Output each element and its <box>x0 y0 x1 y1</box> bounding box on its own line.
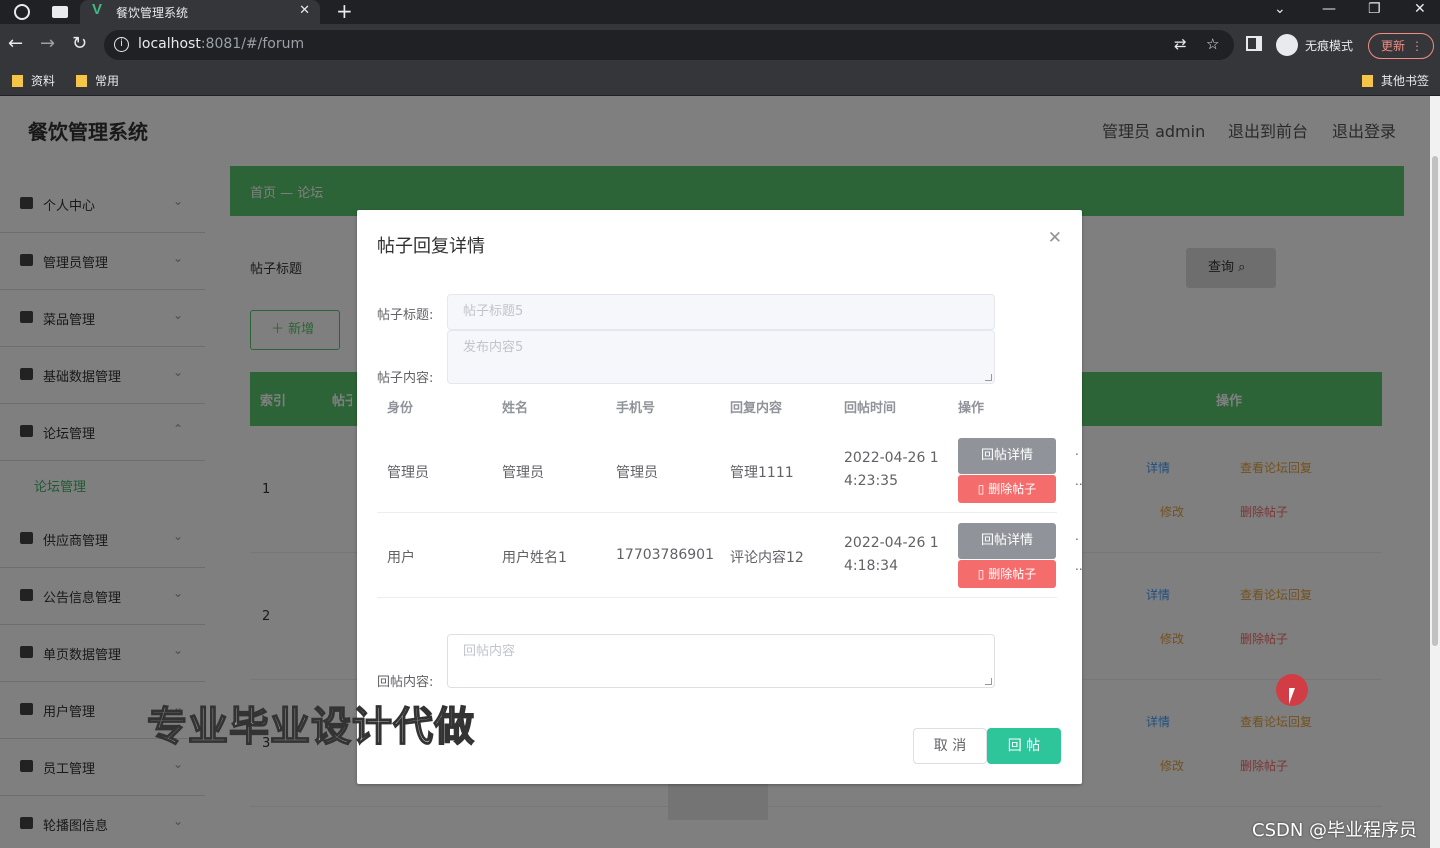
ellipsis-icon: .. <box>1075 474 1083 488</box>
reply-phone: 17703786901 <box>616 547 714 563</box>
folder-icon <box>76 75 87 87</box>
close-icon[interactable]: ✕ <box>1048 228 1062 248</box>
post-title-label: 帖子标题: <box>377 308 434 323</box>
resize-handle-icon <box>985 374 992 381</box>
watermark-text: 专业毕业设计代做 <box>146 703 475 751</box>
cancel-button[interactable]: 取 消 <box>913 728 987 764</box>
ellipsis-icon: . <box>1075 444 1079 458</box>
trash-icon: ▯ <box>977 567 989 581</box>
reply-detail-button[interactable]: 回帖详情 <box>958 523 1056 559</box>
reply-role: 管理员 <box>387 465 429 481</box>
post-content-textarea: 发布内容5 <box>447 330 995 384</box>
site-info-icon[interactable]: i <box>114 37 129 52</box>
dialog-title: 帖子回复详情 <box>377 236 485 257</box>
col-reply-time: 回帖时间 <box>844 401 897 416</box>
reply-name: 管理员 <box>502 465 544 481</box>
window-close-icon[interactable]: ✕ <box>1414 1 1426 17</box>
scrollbar-thumb[interactable] <box>1432 156 1438 646</box>
tab-search-icon[interactable] <box>52 6 68 18</box>
reply-name: 用户姓名1 <box>502 550 567 566</box>
minimize-icon[interactable]: — <box>1322 1 1336 17</box>
new-tab-icon[interactable]: + <box>336 0 353 22</box>
csdn-watermark: CSDN @毕业程序员 <box>1252 820 1418 841</box>
tab-list-icon[interactable]: ⌄ <box>1274 1 1286 17</box>
page-scrollbar[interactable] <box>1430 96 1440 848</box>
translate-icon[interactable]: ⇄ <box>1174 35 1187 53</box>
bookmarks-bar: 资料 常用 其他书签 <box>0 66 1440 96</box>
more-vert-icon: ⋮ <box>1411 39 1423 53</box>
reply-content-textarea[interactable]: 回帖内容 <box>447 634 995 688</box>
address-toolbar: ← → ↻ i localhost:8081/#/forum ⇄ ☆ 无痕模式 … <box>0 24 1440 66</box>
col-name: 姓名 <box>502 401 529 416</box>
omnibox[interactable]: i localhost:8081/#/forum ⇄ ☆ <box>104 30 1234 60</box>
update-button[interactable]: 更新 ⋮ <box>1368 33 1434 59</box>
reply-row: 用户 用户姓名1 17703786901 评论内容12 2022-04-26 1… <box>377 513 1083 598</box>
forward-icon[interactable]: → <box>40 33 55 54</box>
vue-logo-icon: V <box>92 1 103 18</box>
tab-title: 餐饮管理系统 <box>116 6 189 20</box>
side-panel-icon[interactable] <box>1246 36 1262 51</box>
mouse-cursor-icon <box>1289 688 1295 704</box>
back-icon[interactable]: ← <box>8 33 23 54</box>
restore-icon[interactable]: ❐ <box>1368 1 1381 17</box>
replies-table-header: 身份 姓名 手机号 回复内容 回帖时间 操作 <box>377 390 1057 422</box>
bookmark-folder-other[interactable]: 其他书签 <box>1362 72 1429 89</box>
post-content-label: 帖子内容: <box>377 371 434 386</box>
browser-tab-bar: V 餐饮管理系统 ✕ + ⌄ — ❐ ✕ <box>0 0 1440 24</box>
tab-close-icon[interactable]: ✕ <box>299 3 310 18</box>
globe-icon[interactable] <box>14 4 30 20</box>
reply-time: 2022-04-26 14:18:34 <box>844 535 939 574</box>
ellipsis-icon: . <box>1075 529 1079 543</box>
col-phone: 手机号 <box>616 401 656 416</box>
trash-icon: ▯ <box>977 482 989 496</box>
reply-content: 评论内容12 <box>730 550 804 566</box>
reload-icon[interactable]: ↻ <box>72 33 87 54</box>
reply-role: 用户 <box>387 550 415 566</box>
col-operation: 操作 <box>958 401 985 416</box>
folder-icon <box>1362 75 1373 87</box>
delete-reply-button[interactable]: ▯ 删除帖子 <box>958 475 1056 503</box>
col-role: 身份 <box>387 401 414 416</box>
bookmark-folder-ziliao[interactable]: 资料 <box>12 72 55 89</box>
folder-icon <box>12 75 23 87</box>
incognito-icon[interactable] <box>1276 34 1298 56</box>
reply-detail-button[interactable]: 回帖详情 <box>958 438 1056 474</box>
browser-tab[interactable]: V 餐饮管理系统 ✕ <box>80 0 320 24</box>
submit-reply-button[interactable]: 回 帖 <box>987 728 1061 764</box>
reply-phone: 管理员 <box>616 465 658 481</box>
ellipsis-icon: .. <box>1075 559 1083 573</box>
reply-content: 管理1111 <box>730 465 794 481</box>
incognito-label[interactable]: 无痕模式 <box>1305 37 1353 54</box>
url-text[interactable]: localhost:8081/#/forum <box>138 36 304 52</box>
reply-time: 2022-04-26 14:23:35 <box>844 450 939 489</box>
reply-content-label: 回帖内容: <box>377 675 434 690</box>
col-reply-content: 回复内容 <box>730 401 783 416</box>
bookmark-folder-changyong[interactable]: 常用 <box>76 72 119 89</box>
reply-row: 管理员 管理员 管理员 管理1111 2022-04-26 14:23:35 回… <box>377 428 1083 513</box>
delete-reply-button[interactable]: ▯ 删除帖子 <box>958 560 1056 588</box>
resize-handle-icon <box>985 678 992 685</box>
post-title-input: 帖子标题5 <box>447 294 995 330</box>
bookmark-star-icon[interactable]: ☆ <box>1206 35 1219 53</box>
